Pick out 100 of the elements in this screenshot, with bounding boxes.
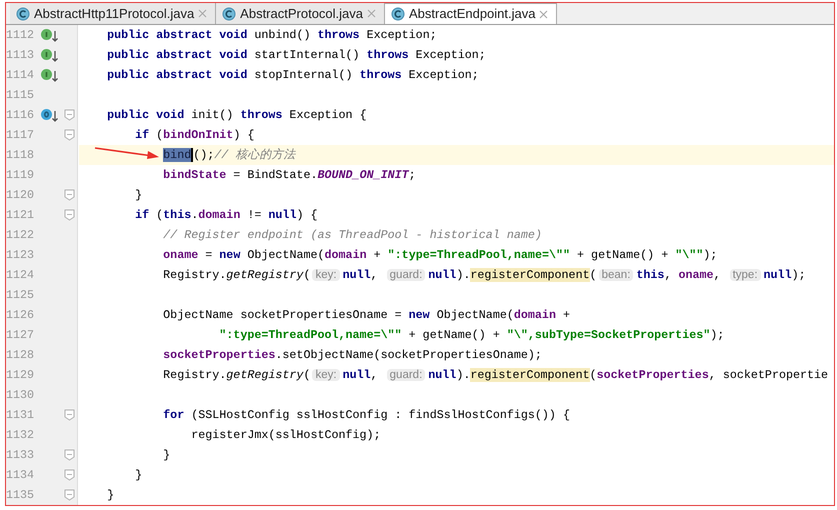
- code-text: stopInternal(): [253, 68, 354, 82]
- code-text: Registry.: [163, 268, 226, 282]
- code-text: ();: [193, 148, 214, 162]
- keyword: throws: [366, 48, 409, 62]
- constant-name: BOUND_ON_INIT: [317, 168, 409, 182]
- keyword: throws: [317, 28, 360, 42]
- string-literal: "\"": [675, 248, 704, 262]
- code-text: Exception {: [288, 108, 367, 122]
- code-text: ).: [456, 268, 470, 282]
- field-name: bindState: [163, 168, 226, 182]
- field-name: oname: [163, 248, 198, 262]
- code-text: (: [303, 268, 310, 282]
- keyword: for: [163, 408, 184, 422]
- code-text: );: [703, 248, 718, 262]
- line-number: 1124: [6, 267, 36, 284]
- keyword: public abstract void: [107, 48, 248, 62]
- line-number: 1128: [6, 347, 36, 364]
- line-number: 1132: [6, 427, 36, 444]
- string-literal: ":type=ThreadPool,name=\"": [388, 248, 570, 262]
- annotation-arrow: [93, 146, 161, 160]
- code-text: Exception;: [408, 68, 479, 82]
- code-text: Registry.: [163, 368, 226, 382]
- line-number: 1123: [6, 247, 36, 264]
- close-icon: [198, 9, 208, 18]
- class-file-icon: [16, 6, 30, 20]
- code-text: ObjectName(: [436, 308, 514, 322]
- line-number: 1113: [6, 47, 36, 64]
- code-text: ).: [456, 368, 470, 382]
- line-number: 1133: [6, 447, 36, 464]
- line-number: 1134: [6, 467, 36, 484]
- code-comment: // Register endpoint (as ThreadPool - historical name): [163, 228, 542, 242]
- code-text: Exception;: [366, 28, 437, 42]
- line-number: 1135: [6, 487, 36, 504]
- code-text: Exception;: [414, 48, 486, 62]
- code-comment: // 核心的方法: [214, 148, 296, 162]
- line-number: 1127: [6, 327, 36, 344]
- code-text: );: [710, 328, 724, 342]
- keyword: this: [636, 268, 664, 282]
- method-call: getRegistry: [226, 368, 304, 382]
- line-number: 1122: [6, 227, 36, 244]
- code-text: }: [107, 488, 114, 502]
- method-call: getRegistry: [226, 268, 304, 282]
- keyword: throws: [360, 68, 402, 82]
- line-number: 1121: [6, 207, 36, 224]
- close-icon: [539, 10, 548, 18]
- field-name: socketProperties: [596, 368, 709, 382]
- line-number: 1130: [6, 387, 36, 404]
- parameter-hint: type:: [730, 269, 761, 281]
- keyword: new: [219, 248, 240, 262]
- highlighted-usage: registerComponent: [470, 268, 590, 282]
- editor-tab[interactable]: AbstractHttp11Protocol.java: [10, 3, 216, 24]
- code-text: (: [155, 128, 164, 142]
- line-number: 1126: [6, 307, 36, 324]
- code-text: ObjectName socketPropertiesOname =: [163, 308, 403, 322]
- code-text: registerJmx(sslHostConfig);: [191, 428, 381, 442]
- code-text: +: [562, 308, 570, 322]
- code-text: ,: [714, 268, 722, 282]
- field-name: oname: [678, 268, 714, 282]
- close-icon: [367, 9, 376, 18]
- code-text: ;: [408, 168, 416, 182]
- code-text: (: [303, 368, 310, 382]
- keyword: if: [135, 208, 150, 222]
- code-text: ) {: [233, 128, 254, 142]
- keyword: public abstract void: [107, 68, 248, 82]
- editor-tab[interactable]: AbstractProtocol.java: [216, 3, 386, 24]
- keyword: null: [342, 268, 371, 282]
- parameter-hint: bean:: [598, 269, 634, 281]
- keyword: null: [764, 268, 792, 282]
- line-number: 1118: [6, 147, 36, 164]
- code-text: );: [792, 268, 806, 282]
- keyword: if: [135, 128, 150, 142]
- keyword: new: [408, 308, 430, 322]
- field-name: domain: [514, 308, 556, 322]
- parameter-hint: guard:: [386, 369, 426, 381]
- code-text: ObjectName(: [246, 248, 325, 262]
- field-name: socketProperties: [163, 348, 276, 362]
- line-number: 1120: [6, 187, 36, 204]
- line-number: 1125: [6, 287, 36, 304]
- code-text: = BindState.: [232, 168, 318, 182]
- line-number: 1117: [6, 127, 36, 144]
- line-number: 1119: [6, 167, 36, 184]
- editor-tab[interactable]: AbstractEndpoint.java: [385, 3, 558, 24]
- code-text: ,: [370, 268, 379, 282]
- code-text: (SSLHostConfig sslHostConfig : findSslHostConfigs()) {: [190, 408, 570, 422]
- keyword: null: [268, 208, 296, 222]
- code-text: !=: [246, 208, 262, 222]
- code-text: startInternal(): [253, 48, 361, 62]
- class-file-icon: [222, 6, 236, 20]
- code-text: , socketPropertie: [708, 368, 828, 382]
- field-name: bindOnInit: [163, 128, 234, 142]
- code-text: ,: [664, 268, 672, 282]
- code-text: }: [163, 448, 170, 462]
- code-text: }: [135, 188, 142, 202]
- line-number: 1112: [6, 27, 36, 44]
- parameter-hint: key:: [312, 369, 340, 381]
- class-file-icon: [391, 7, 406, 21]
- code-text: =: [204, 248, 214, 262]
- selected-text: bind: [163, 148, 194, 162]
- code-text: ) {: [296, 208, 318, 222]
- code-text: + getName() +: [408, 328, 501, 342]
